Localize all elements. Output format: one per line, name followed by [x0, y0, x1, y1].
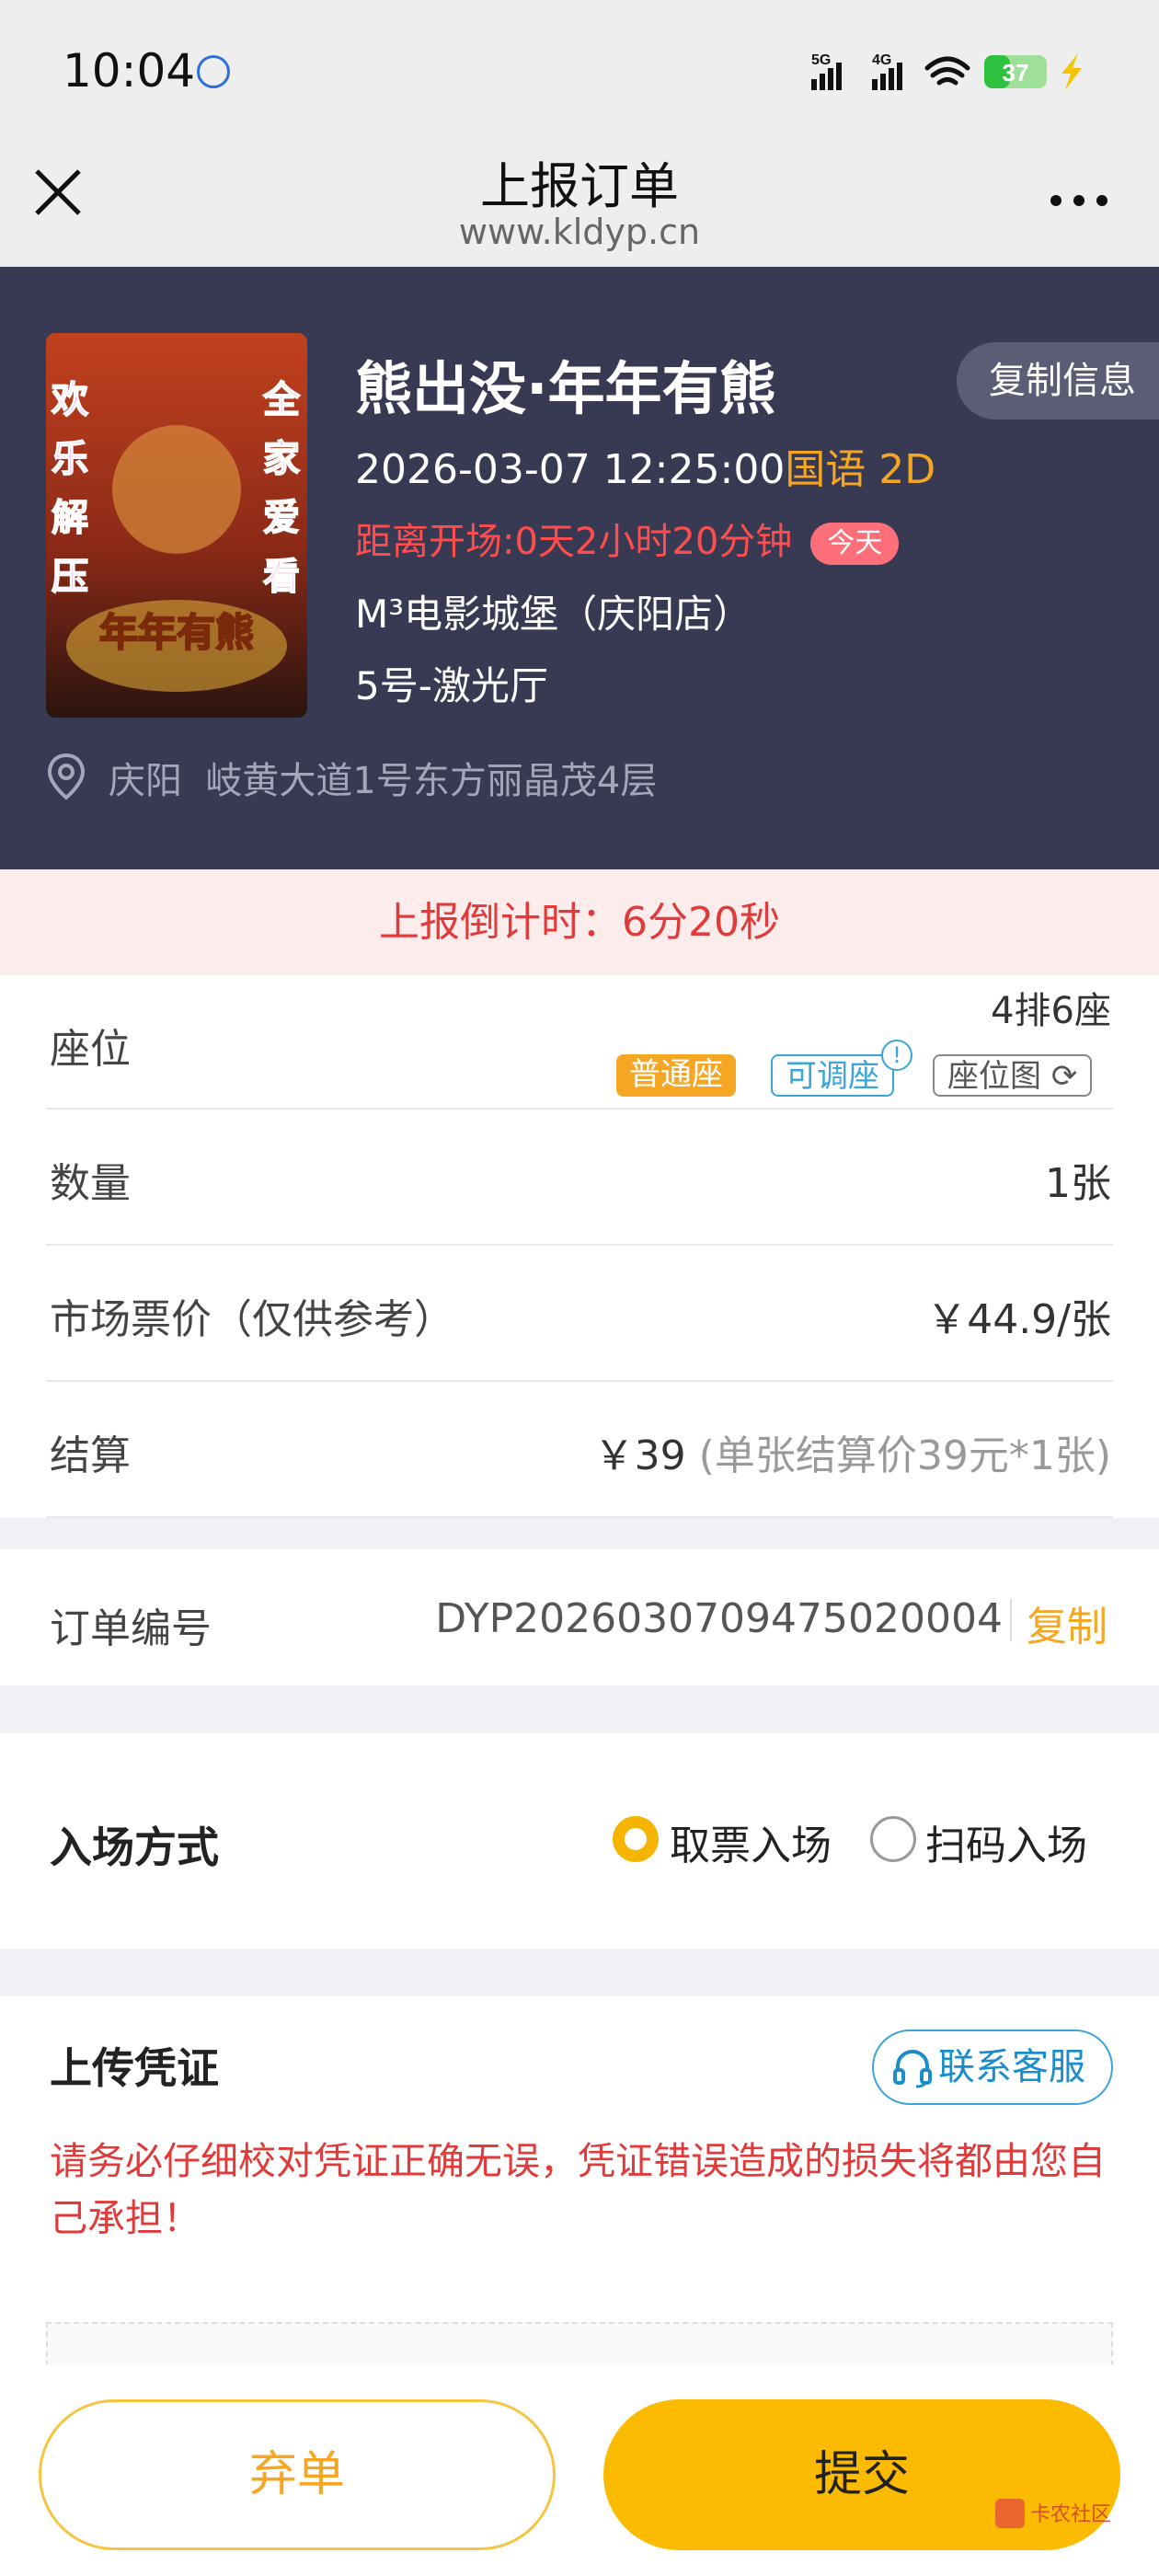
- net-4g-label: 4G: [872, 52, 891, 68]
- page-url: www.kldyp.cn: [458, 212, 701, 252]
- page-title: 上报订单: [480, 157, 679, 215]
- entry-method-label: 入场方式: [50, 1823, 219, 1872]
- seat-value: 4排6座: [991, 990, 1111, 1032]
- divider: [46, 1108, 1113, 1110]
- settlement-note: (单张结算价39元*1张): [698, 1432, 1111, 1479]
- charging-icon: [1061, 53, 1082, 90]
- wifi-icon: [924, 56, 970, 86]
- poster-right-char-1: 全: [262, 379, 301, 421]
- net-5g-label: 5G: [811, 52, 831, 68]
- seat-type-tag: 普通座: [616, 1054, 736, 1097]
- radio-scan-entry-label[interactable]: 扫码入场: [925, 1812, 1087, 1871]
- more-options-icon[interactable]: [1047, 191, 1111, 210]
- movie-poster[interactable]: 欢 乐 解 压 全 家 爱 看 年年有熊: [46, 333, 307, 718]
- hall-name: 5号-激光厅: [355, 663, 548, 708]
- seat-label: 座位: [50, 1026, 131, 1073]
- copy-info-button[interactable]: 复制信息: [957, 342, 1159, 420]
- today-badge: 今天: [810, 523, 900, 565]
- poster-logo: 年年有熊: [99, 610, 254, 655]
- poster-left-char-4: 压: [52, 556, 88, 598]
- city: 庆阳: [109, 760, 182, 802]
- movie-title: 熊出没·年年有熊: [355, 355, 776, 422]
- cinema-name: M³电影城堡（庆阳店）: [355, 592, 752, 637]
- refresh-icon: ⟳: [1050, 1058, 1078, 1095]
- language-format: 国语 2D: [785, 446, 936, 493]
- info-icon[interactable]: !: [881, 1040, 912, 1071]
- divider: [46, 1516, 1113, 1518]
- poster-right-char-2: 家: [263, 438, 300, 480]
- divider: [46, 1380, 1113, 1382]
- divider: [1010, 1599, 1012, 1641]
- poster-left-char-3: 解: [52, 497, 88, 539]
- market-price-value: ￥44.9/张: [926, 1296, 1111, 1343]
- divider: [46, 1244, 1113, 1246]
- settlement-amount: ￥39: [593, 1432, 686, 1479]
- location-pin-icon: [47, 753, 86, 800]
- settlement-label: 结算: [50, 1432, 131, 1479]
- show-time: 2026-03-07 12:25:00国语 2D: [355, 436, 935, 495]
- upload-warning: 请务必仔细校对凭证正确无误，凭证错误造成的损失将都由您自己承担！: [50, 2139, 1106, 2240]
- watermark-text: 卡农社区: [1030, 2503, 1111, 2526]
- status-icons: 5G 4G 37: [811, 52, 1082, 90]
- cinema-address: 庆阳 岐黄大道1号东方丽晶茂4层: [109, 751, 657, 804]
- headset-icon: [893, 2049, 932, 2088]
- radio-scan-entry[interactable]: [870, 1816, 916, 1862]
- battery-level: 37: [1003, 59, 1029, 86]
- abandon-order-button[interactable]: 弃单: [39, 2399, 556, 2550]
- settlement-value: ￥39 (单张结算价39元*1张): [594, 1422, 1111, 1481]
- copy-order-number-button[interactable]: 复制: [1027, 1593, 1107, 1652]
- quantity-label: 数量: [50, 1160, 131, 1207]
- report-countdown: 上报倒计时：6分20秒: [0, 869, 1159, 975]
- ifly-app-icon: [197, 55, 230, 88]
- seat-map-button[interactable]: 座位图 ⟳: [933, 1054, 1093, 1097]
- watermark-logo: 卡农社区: [995, 2499, 1111, 2528]
- upload-title: 上传凭证: [50, 2043, 219, 2093]
- countdown-text: 距离开场:0天2小时20分钟: [355, 521, 793, 563]
- order-number: DYP2026030709475020004: [435, 1595, 1003, 1642]
- poster-left-char-1: 欢: [51, 379, 88, 421]
- radio-ticket-pickup[interactable]: [613, 1816, 659, 1862]
- adjustable-seat-tag[interactable]: 可调座: [771, 1054, 894, 1097]
- poster-right-char-3: 爱: [263, 497, 300, 539]
- status-time: 10:04: [63, 44, 196, 98]
- poster-left-char-2: 乐: [52, 438, 88, 480]
- market-price-label: 市场票价（仅供参考）: [50, 1296, 454, 1343]
- show-datetime: 2026-03-07 12:25:00: [355, 446, 786, 493]
- quantity-value: 1张: [1045, 1160, 1111, 1207]
- radio-ticket-pickup-label[interactable]: 取票入场: [670, 1812, 832, 1871]
- order-number-label: 订单编号: [50, 1605, 212, 1652]
- poster-right-char-4: 看: [263, 556, 300, 598]
- seat-map-label: 座位图: [947, 1058, 1041, 1095]
- street-address: 岐黄大道1号东方丽晶茂4层: [205, 760, 658, 802]
- start-countdown: 距离开场:0天2小时20分钟 今天: [355, 512, 900, 565]
